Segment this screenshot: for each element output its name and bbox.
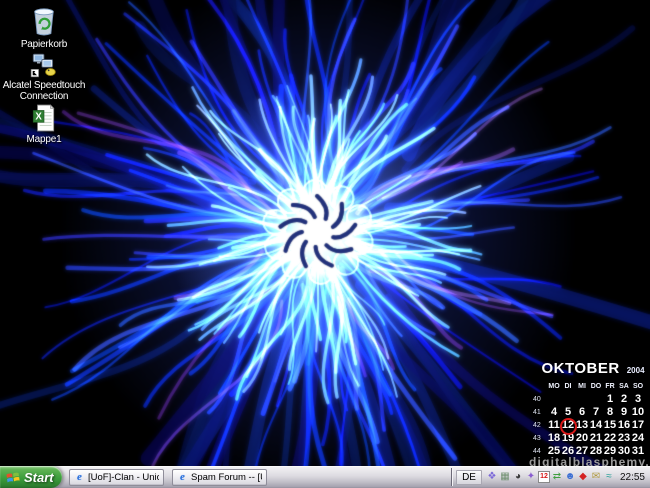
messenger-icon[interactable]: ☻ xyxy=(564,471,576,483)
calendar-day-header: SO xyxy=(631,380,645,393)
calendar-day: 2 xyxy=(617,393,631,406)
excel-workbook-icon: X xyxy=(0,104,88,132)
calendar-day: 6 xyxy=(575,406,589,419)
graphics-utility-icon[interactable]: ✦ xyxy=(525,471,537,483)
taskbar: Start [UoF]-Clan - Union of... Spam Forum… xyxy=(0,466,650,488)
taskbar-window-title: [UoF]-Clan - Union of... xyxy=(88,472,159,483)
calendar-day: 10 xyxy=(631,406,645,419)
calendar-day-header: FR xyxy=(603,380,617,393)
desktop-icon-alcatel-speedtouch[interactable]: Alcatel Speedtouch Connection xyxy=(0,52,88,102)
calendar-day: 11 xyxy=(547,419,561,432)
calendar-day: 16 xyxy=(617,419,631,432)
desktop-icon-papierkorb[interactable]: Papierkorb xyxy=(0,3,88,50)
calendar-header: OKTOBER 2004 xyxy=(532,360,646,377)
language-indicator[interactable]: DE xyxy=(456,470,482,485)
calendar-day xyxy=(561,393,575,406)
calendar-week-number: 40 xyxy=(532,393,547,406)
updates-icon[interactable]: ⇄ xyxy=(551,471,563,483)
calendar-day-header: DI xyxy=(561,380,575,393)
desktop-icon-mappe1[interactable]: X Mappe1 xyxy=(0,104,88,145)
windows-logo-icon xyxy=(6,470,21,485)
recycle-bin-icon xyxy=(0,3,88,37)
desktop: Papierkorb Alcatel Speedtouch Connection xyxy=(0,0,650,488)
calendar-day-header: MO xyxy=(547,380,561,393)
desktop-icon-label: Papierkorb xyxy=(0,39,88,50)
calendar-day xyxy=(547,393,561,406)
taskbar-window-buttons: [UoF]-Clan - Union of... Spam Forum -- [U… xyxy=(69,469,267,486)
svg-text:X: X xyxy=(35,112,42,123)
calendar-day: 9 xyxy=(617,406,631,419)
taskbar-window-title: Spam Forum -- [UoF]-... xyxy=(191,472,262,483)
calendar-week-number: 42 xyxy=(532,419,547,432)
calendar-day: 17 xyxy=(631,419,645,432)
mail-icon[interactable]: ✉ xyxy=(590,471,602,483)
calendar-day: 4 xyxy=(547,406,561,419)
calendar-day: 3 xyxy=(631,393,645,406)
speedtouch-icon[interactable]: ≈ xyxy=(603,471,615,483)
calendar-day: 21 xyxy=(589,432,603,445)
start-button[interactable]: Start xyxy=(0,466,62,488)
calendar-day: 24 xyxy=(631,432,645,445)
start-label: Start xyxy=(24,470,54,485)
calendar-day: 20 xyxy=(575,432,589,445)
internet-explorer-icon xyxy=(74,472,85,483)
desktop-icon-label: Mappe1 xyxy=(0,134,88,145)
antivirus-icon[interactable]: ◆ xyxy=(577,471,589,483)
system-tray: DE ❖▦◕✦12⇄☻◆✉≈ 22:55 xyxy=(451,466,650,488)
taskbar-window-button[interactable]: [UoF]-Clan - Union of... xyxy=(69,469,164,486)
device-status-icon[interactable]: ▦ xyxy=(499,471,511,483)
calendar-day-header: SA xyxy=(617,380,631,393)
calendar-day xyxy=(575,393,589,406)
calendar-day-header: DO xyxy=(589,380,603,393)
app-cube-icon[interactable]: ❖ xyxy=(486,471,498,483)
calendar-week-number: 43 xyxy=(532,432,547,445)
calendar-day: 14 xyxy=(589,419,603,432)
calendar-day: 8 xyxy=(603,406,617,419)
calendar-grid: MODIMIDOFRSASO40123414567891042111213141… xyxy=(532,380,646,458)
calendar-day xyxy=(589,393,603,406)
calendar-widget: OKTOBER 2004 MODIMIDOFRSASO4012341456789… xyxy=(532,360,646,458)
calendar-month: OKTOBER xyxy=(541,360,619,377)
tray-icon-area: ❖▦◕✦12⇄☻◆✉≈ xyxy=(486,471,615,483)
calendar-day: 15 xyxy=(603,419,617,432)
calendar-date-icon[interactable]: 12 xyxy=(538,471,550,483)
calendar-weeknum-header xyxy=(532,380,547,393)
power-meter-icon[interactable]: ◕ xyxy=(512,471,524,483)
desktop-icon-label: Alcatel Speedtouch Connection xyxy=(0,80,88,102)
dialup-connection-icon xyxy=(0,52,88,78)
internet-explorer-icon xyxy=(177,472,188,483)
tray-divider xyxy=(451,468,453,486)
calendar-day: 7 xyxy=(589,406,603,419)
calendar-day: 12 xyxy=(561,419,575,432)
calendar-year: 2004 xyxy=(627,366,645,375)
calendar-day: 1 xyxy=(603,393,617,406)
taskbar-window-button[interactable]: Spam Forum -- [UoF]-... xyxy=(172,469,267,486)
calendar-day: 23 xyxy=(617,432,631,445)
calendar-day-header: MI xyxy=(575,380,589,393)
calendar-day: 13 xyxy=(575,419,589,432)
calendar-day: 18 xyxy=(547,432,561,445)
calendar-week-number: 41 xyxy=(532,406,547,419)
taskbar-clock[interactable]: 22:55 xyxy=(620,472,645,483)
calendar-day: 22 xyxy=(603,432,617,445)
